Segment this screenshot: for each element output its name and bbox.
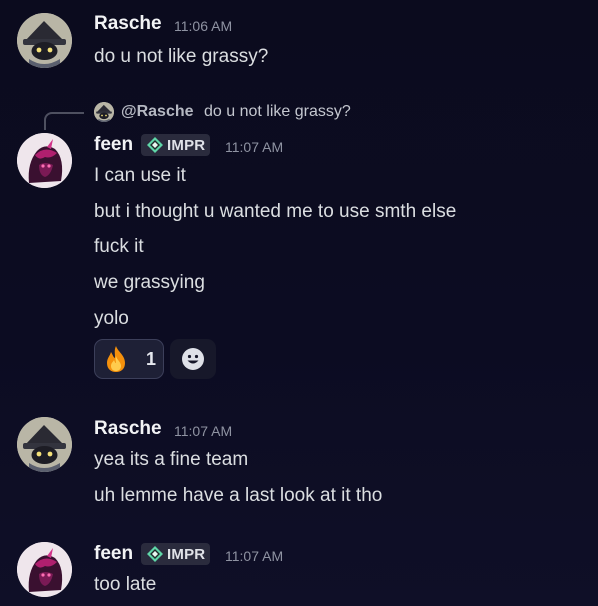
message-text: uh lemme have a last look at it tho	[94, 485, 383, 506]
message-text: I can use it	[94, 165, 186, 186]
rasche-avatar-image	[17, 417, 72, 472]
username[interactable]: feen	[94, 134, 133, 156]
avatar[interactable]	[17, 13, 72, 68]
smiley-icon	[182, 348, 204, 370]
message-text: we grassying	[94, 272, 205, 293]
message-text: yea its a fine team	[94, 449, 249, 470]
message-text: too late	[94, 574, 157, 595]
reply-username[interactable]: @Rasche	[121, 103, 194, 121]
guild-tag-label: IMPR	[167, 545, 206, 563]
message-text: but i thought u wanted me to use smth el…	[94, 201, 457, 222]
username[interactable]: Rasche	[94, 418, 162, 440]
avatar[interactable]	[17, 133, 72, 188]
reply-connector	[44, 112, 84, 130]
avatar[interactable]	[17, 542, 72, 597]
message-text: do u not like grassy?	[94, 46, 269, 67]
reply-avatar[interactable]	[94, 102, 114, 122]
timestamp[interactable]: 11:06 AM	[174, 18, 232, 34]
diamond-badge-icon	[147, 137, 163, 153]
rasche-avatar-small	[94, 102, 114, 122]
timestamp[interactable]: 11:07 AM	[225, 139, 283, 155]
reaction-count: 1	[146, 348, 157, 369]
timestamp[interactable]: 11:07 AM	[174, 423, 232, 439]
diamond-badge-icon	[147, 546, 163, 562]
message-text: fuck it	[94, 236, 144, 257]
avatar[interactable]	[17, 417, 72, 472]
timestamp[interactable]: 11:07 AM	[225, 548, 283, 564]
reply-preview-text[interactable]: do u not like grassy?	[204, 103, 351, 121]
add-reaction-button[interactable]	[170, 339, 216, 379]
reaction-fire[interactable]: 1	[94, 339, 164, 379]
guild-tag-label: IMPR	[167, 136, 206, 154]
feen-avatar-image	[17, 133, 72, 188]
username[interactable]: Rasche	[94, 13, 162, 35]
feen-avatar-image	[17, 542, 72, 597]
rasche-avatar-image	[17, 13, 72, 68]
guild-tag[interactable]: IMPR	[141, 543, 211, 565]
fire-emoji-icon	[107, 346, 125, 372]
message-text: yolo	[94, 308, 129, 329]
username[interactable]: feen	[94, 543, 133, 565]
guild-tag[interactable]: IMPR	[141, 134, 211, 156]
